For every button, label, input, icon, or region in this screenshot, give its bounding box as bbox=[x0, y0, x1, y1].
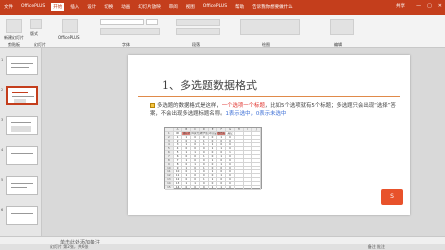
sheet-row: 15 14 0 0 0 1 1 0 bbox=[165, 185, 262, 190]
sheet-cell: 1 bbox=[208, 185, 218, 190]
ribbon-tab[interactable]: 切换 bbox=[102, 3, 115, 11]
ribbon-group-font: 字体 bbox=[122, 42, 130, 47]
ribbon-group-editing: 编辑 bbox=[334, 42, 342, 47]
ribbon-tab[interactable]: 开始 bbox=[51, 3, 65, 11]
slide-body-text[interactable]: 多选题的数据格式是这样，一个选项一个标题，比如5个选项就有5个标题；多选题只会出… bbox=[150, 102, 400, 118]
paragraph-list-buttons[interactable] bbox=[176, 19, 220, 26]
ribbon-group-paragraph: 段落 bbox=[192, 42, 200, 47]
find-replace-buttons[interactable] bbox=[330, 19, 354, 35]
title-divider bbox=[138, 96, 400, 97]
ribbon-toolbar: 新建幻灯片 版式 OfficePLUS 剪贴板 幻灯片 字体 段落 绘图 编辑 bbox=[0, 15, 445, 48]
sheet-cell bbox=[234, 185, 244, 190]
logo-icon: S bbox=[381, 189, 403, 205]
thumbnail-number: 1 bbox=[1, 58, 4, 62]
window-controls: — ▢ ✕ bbox=[416, 3, 442, 9]
font-name-field[interactable] bbox=[100, 19, 144, 25]
share-button[interactable]: 共享 bbox=[396, 3, 405, 9]
spreadsheet-image[interactable]: ABCDEFGHIJ1ID课程内容师资力量教学质量环境设施收费标准其它21100… bbox=[164, 127, 262, 190]
thumbnail-number: 2 bbox=[1, 88, 4, 92]
title-bar: 文件 OfficePLUS 开始 插入 设计 切换 动画 幻灯片放映 审阅 视图 OfficePLU… bbox=[0, 0, 445, 15]
sheet-cell: 0 bbox=[182, 185, 192, 190]
shapes-gallery[interactable] bbox=[240, 19, 300, 35]
slide-thumbnail[interactable] bbox=[6, 56, 38, 75]
status-bar: 幻灯片 第2张，共6张 备注 批注 bbox=[0, 244, 445, 250]
ribbon-tab[interactable]: 审阅 bbox=[167, 3, 180, 11]
sheet-cell: 0 bbox=[191, 185, 200, 190]
ribbon-tab[interactable]: OfficePLUS bbox=[19, 3, 47, 11]
officeplus-button[interactable] bbox=[62, 19, 78, 33]
sheet-cell bbox=[243, 185, 253, 190]
thumbnail-number: 5 bbox=[1, 178, 4, 182]
ribbon-tab[interactable]: 告诉我你想要做什么 bbox=[250, 3, 295, 11]
status-right[interactable]: 备注 批注 bbox=[368, 244, 385, 250]
minimize-icon[interactable]: — bbox=[416, 3, 421, 9]
ribbon-tab[interactable]: 设计 bbox=[85, 3, 98, 11]
slide-thumbnail-pane: 1 2 3 4 5 6 bbox=[0, 48, 42, 236]
thumbnail-number: 3 bbox=[1, 118, 4, 122]
ribbon-label-layout: 版式 bbox=[30, 31, 38, 36]
ribbon-tab[interactable]: 视图 bbox=[184, 3, 197, 11]
layout-button[interactable] bbox=[30, 19, 42, 29]
para-prefix: 多选题的数据格式是这样， bbox=[157, 103, 222, 109]
ribbon-tab[interactable]: 动画 bbox=[119, 3, 132, 11]
font-size-field[interactable] bbox=[146, 19, 158, 25]
sheet-cell: 0 bbox=[199, 185, 209, 190]
ribbon-tab[interactable]: 幻灯片放映 bbox=[136, 3, 163, 11]
new-slide-button[interactable] bbox=[6, 19, 22, 33]
ribbon-tab[interactable]: OfficePLUS bbox=[201, 3, 229, 11]
slide-title[interactable]: 1、多选题数据格式 bbox=[162, 77, 257, 93]
sheet-cell: 15 bbox=[165, 185, 174, 190]
paragraph-align-buttons[interactable] bbox=[176, 28, 220, 35]
slide-counter: 幻灯片 第2张，共6张 bbox=[50, 244, 89, 249]
close-icon[interactable]: ✕ bbox=[438, 3, 442, 9]
slide-thumbnail[interactable] bbox=[6, 116, 38, 135]
thumbnail-number: 6 bbox=[1, 208, 4, 212]
ribbon-label-new-slide: 新建幻灯片 bbox=[4, 35, 24, 40]
ribbon-tab[interactable]: 插入 bbox=[68, 3, 81, 11]
para-highlight-red: 一个选项一个标题 bbox=[221, 103, 265, 109]
ribbon-tab[interactable]: 文件 bbox=[2, 3, 15, 11]
ribbon-group-drawing: 绘图 bbox=[262, 42, 270, 47]
slide-thumbnail[interactable] bbox=[6, 146, 38, 165]
sheet-cell bbox=[252, 185, 262, 190]
ribbon-tabs: 文件 OfficePLUS 开始 插入 设计 切换 动画 幻灯片放映 审阅 视图 OfficePLU… bbox=[2, 3, 295, 11]
slide-canvas[interactable]: 1、多选题数据格式 多选题的数据格式是这样，一个选项一个标题，比如5个选项就有5… bbox=[128, 55, 410, 215]
thumbnail-number: 4 bbox=[1, 148, 4, 152]
bullet-icon bbox=[150, 103, 155, 108]
sheet-cell: 1 bbox=[217, 185, 227, 190]
slide-thumbnail[interactable] bbox=[6, 176, 38, 195]
font-format-buttons[interactable] bbox=[100, 28, 160, 35]
slide-thumbnail[interactable] bbox=[6, 206, 38, 225]
maximize-icon[interactable]: ▢ bbox=[427, 3, 432, 9]
ribbon-label-officeplus: OfficePLUS bbox=[58, 35, 80, 40]
slide-thumbnail-selected[interactable] bbox=[6, 86, 38, 105]
sheet-cell: 0 bbox=[226, 185, 235, 190]
sheet-cell: 14 bbox=[173, 185, 183, 190]
para-highlight-blue: 1表示选中，0表示未选中 bbox=[225, 111, 287, 117]
ribbon-tab[interactable]: 帮助 bbox=[233, 3, 246, 11]
